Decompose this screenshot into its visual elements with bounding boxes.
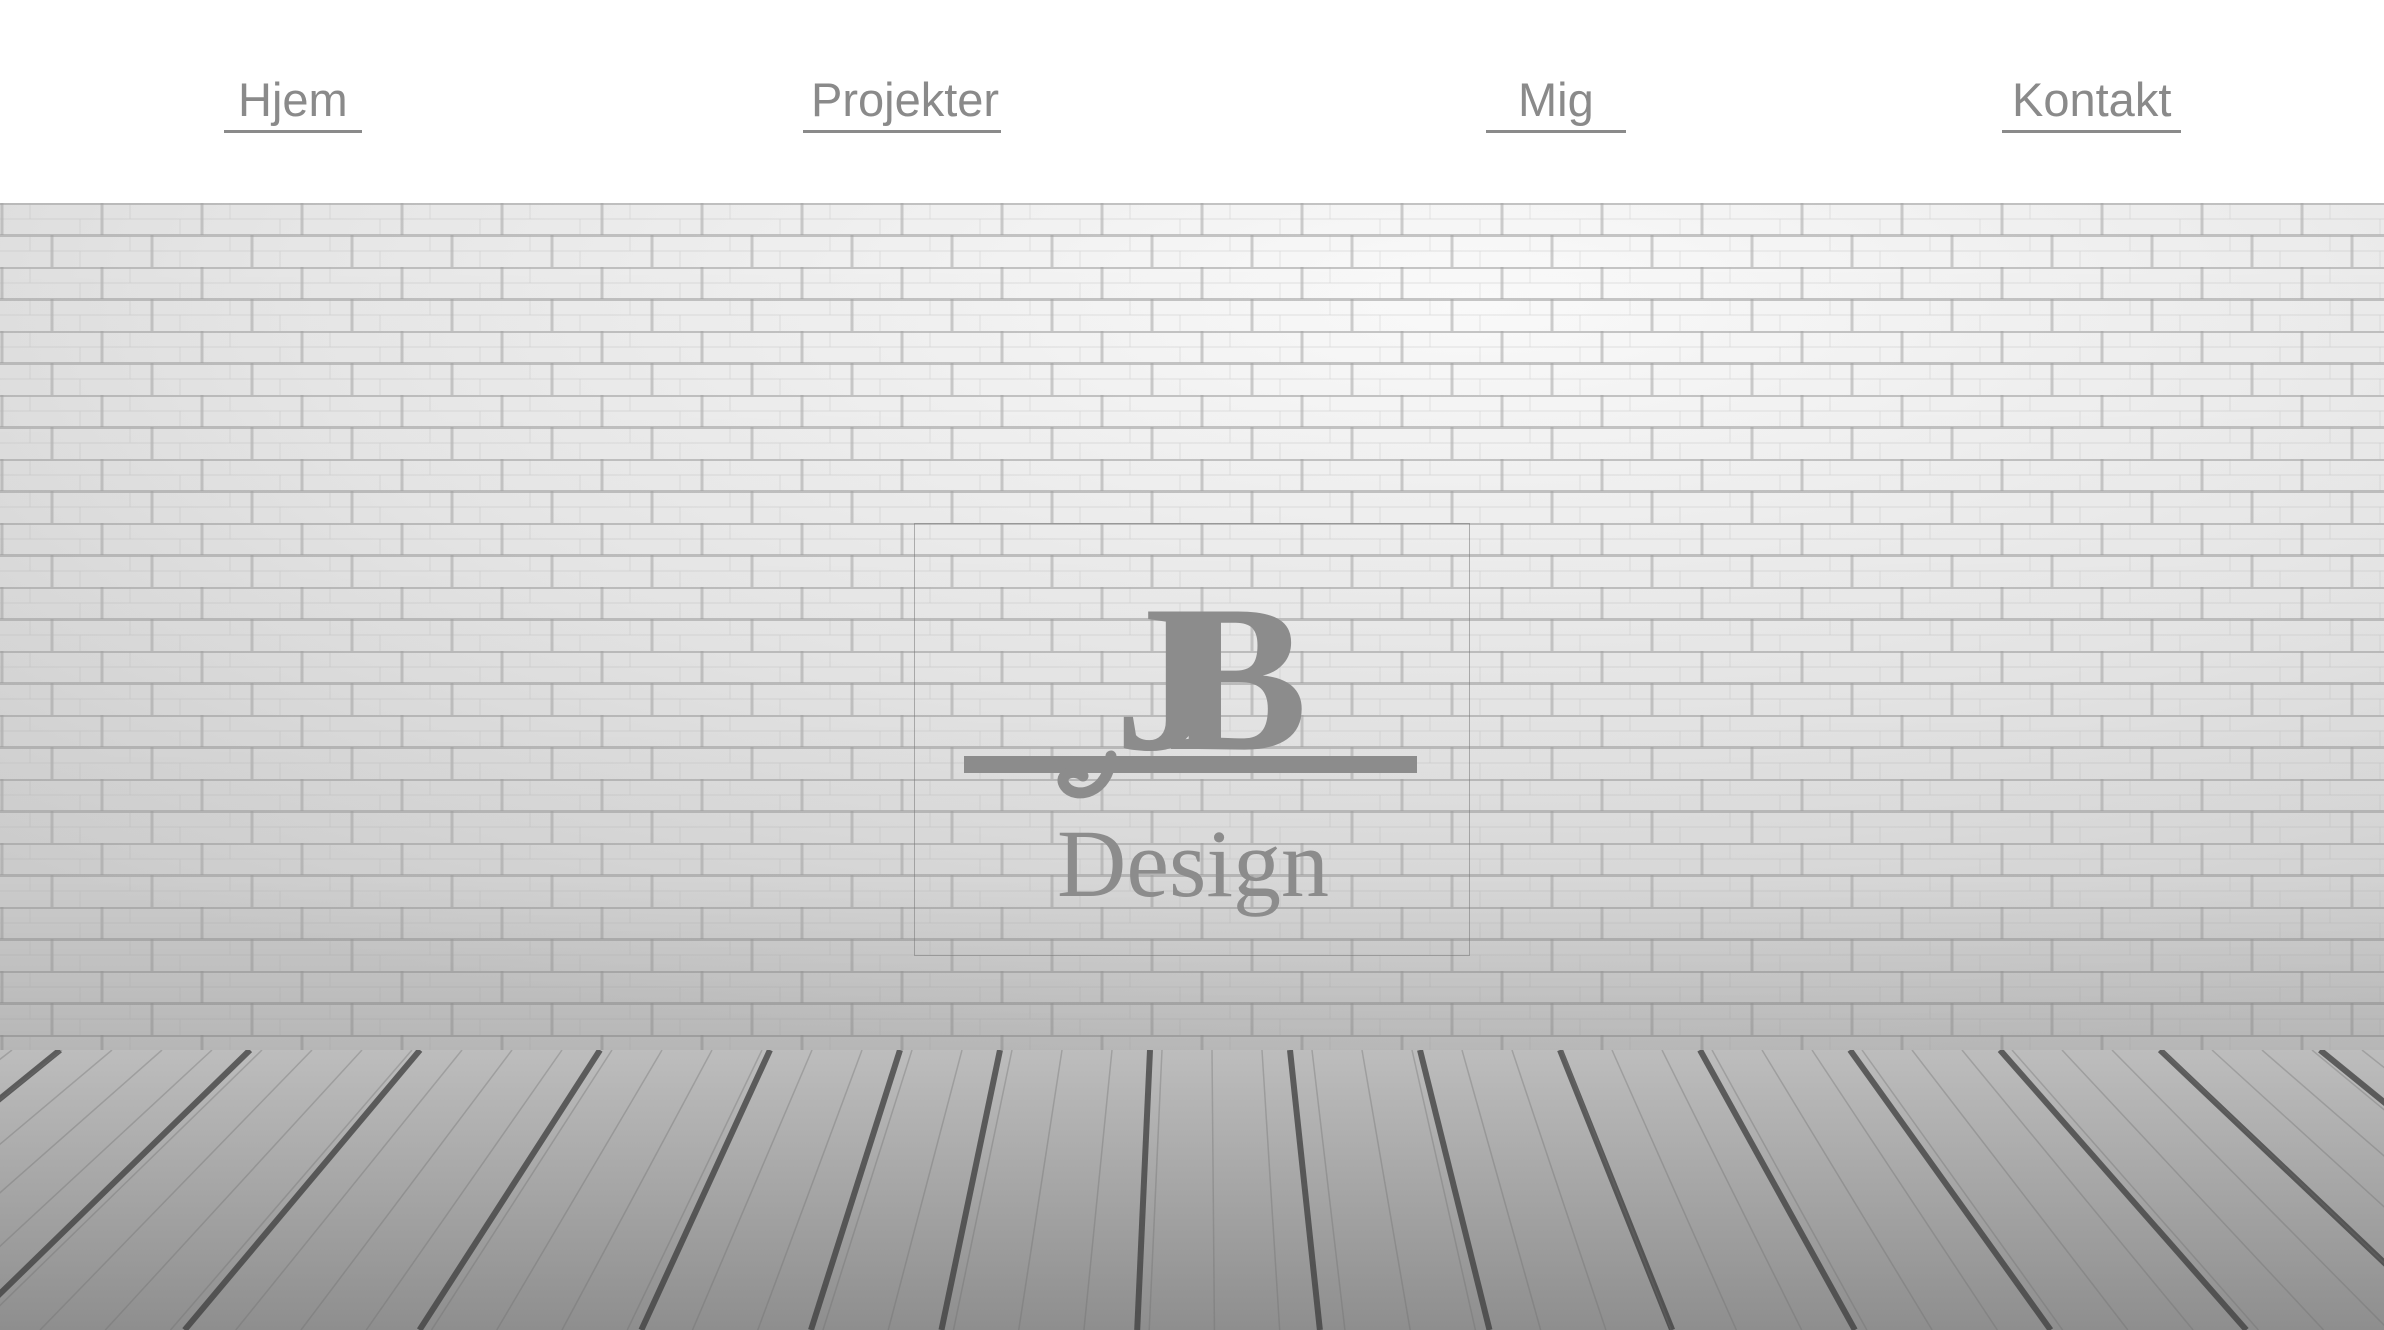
main-navigation: Hjem Projekter Mig Kontakt <box>0 0 2384 203</box>
wooden-floor <box>0 1050 2384 1330</box>
nav-link-kontakt[interactable]: Kontakt <box>2002 72 2182 133</box>
hero-section: JB Design <box>0 203 2384 1330</box>
logo-frame: JB Design <box>914 523 1470 956</box>
logo-wordmark: Design <box>1057 810 1329 917</box>
nav-link-mig[interactable]: Mig <box>1486 72 1626 133</box>
nav-link-hjem[interactable]: Hjem <box>224 72 362 133</box>
jb-design-logo: JB Design <box>964 563 1417 917</box>
logo-underline-bar <box>964 756 1417 773</box>
nav-link-projekter[interactable]: Projekter <box>803 72 1002 133</box>
